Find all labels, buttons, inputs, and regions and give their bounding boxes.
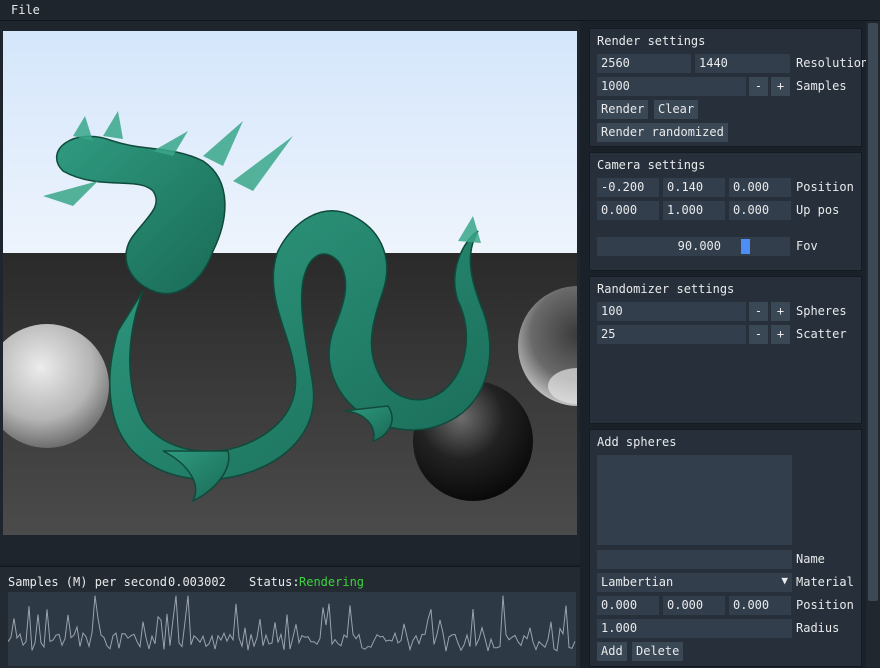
sphere-radius-label: Radius xyxy=(796,621,840,635)
rendered-scene xyxy=(3,31,577,535)
samples-per-second-value: 0.003002 xyxy=(168,575,226,589)
camera-up-y-input[interactable]: 1.000 xyxy=(663,201,725,220)
scatter-input[interactable]: 25 xyxy=(597,325,746,344)
samples-input[interactable]: 1000 xyxy=(597,77,746,96)
scatter-label: Scatter xyxy=(796,327,847,341)
render-viewport-panel xyxy=(0,21,580,564)
spheres-label: Spheres xyxy=(796,304,847,318)
samples-plot xyxy=(8,592,576,666)
rendered-image[interactable] xyxy=(3,31,577,535)
sidebar-scrollbar[interactable] xyxy=(866,21,880,667)
render-settings-title: Render settings xyxy=(597,34,706,48)
add-spheres-title: Add spheres xyxy=(597,435,677,449)
samples-plot-line xyxy=(8,595,576,652)
status-label: Status: xyxy=(249,575,300,589)
camera-position-z-input[interactable]: 0.000 xyxy=(729,178,791,197)
menu-bar: File xyxy=(0,0,880,21)
sphere-name-label: Name xyxy=(796,552,825,566)
spheres-decrement-button[interactable]: - xyxy=(749,302,768,321)
samples-label: Samples xyxy=(796,79,847,93)
resolution-label: Resolution xyxy=(796,56,869,70)
stats-panel: Samples (M) per second 0.003002 Status: … xyxy=(0,566,580,668)
camera-position-label: Position xyxy=(796,180,854,194)
samples-increment-button[interactable]: + xyxy=(771,77,790,96)
spheres-listbox[interactable] xyxy=(597,455,792,545)
spheres-input[interactable]: 100 xyxy=(597,302,746,321)
sphere-position-y-input[interactable]: 0.000 xyxy=(663,596,725,615)
camera-settings-section: Camera settings -0.200 0.140 0.000 Posit… xyxy=(589,152,862,271)
render-button[interactable]: Render xyxy=(597,100,649,119)
samples-plot-graph xyxy=(8,595,576,652)
camera-position-y-input[interactable]: 0.140 xyxy=(663,178,725,197)
sphere-position-x-input[interactable]: 0.000 xyxy=(597,596,659,615)
randomizer-settings-title: Randomizer settings xyxy=(597,282,735,296)
scatter-increment-button[interactable]: + xyxy=(771,325,790,344)
camera-up-label: Up pos xyxy=(796,203,840,217)
render-randomized-button[interactable]: Render randomized xyxy=(597,123,728,142)
add-spheres-section: Add spheres Name Lambertian ▼ Material 0… xyxy=(589,429,862,667)
fov-slider-grab[interactable] xyxy=(741,239,750,254)
scatter-decrement-button[interactable]: - xyxy=(749,325,768,344)
sphere-position-label: Position xyxy=(796,598,854,612)
samples-per-second-label: Samples (M) per second xyxy=(8,575,167,589)
status-value: Rendering xyxy=(299,575,365,589)
sphere-name-input[interactable] xyxy=(597,550,792,569)
add-sphere-button[interactable]: Add xyxy=(597,642,627,661)
camera-settings-title: Camera settings xyxy=(597,158,706,172)
triangle-down-icon: ▼ xyxy=(781,574,788,587)
fov-label: Fov xyxy=(796,239,818,253)
settings-sidebar: Render settings 2560 1440 Resolution 100… xyxy=(582,21,880,667)
scrollbar-thumb[interactable] xyxy=(868,23,878,601)
clear-button[interactable]: Clear xyxy=(654,100,699,119)
sphere-radius-input[interactable]: 1.000 xyxy=(597,619,792,638)
randomizer-settings-section: Randomizer settings 100 - + Spheres 25 -… xyxy=(589,276,862,424)
fov-value: 90.000 xyxy=(677,239,721,253)
material-dropdown[interactable]: Lambertian ▼ xyxy=(597,573,792,592)
sphere-position-z-input[interactable]: 0.000 xyxy=(729,596,791,615)
fov-slider[interactable]: 90.000 xyxy=(597,237,790,256)
material-label: Material xyxy=(796,575,854,589)
render-settings-section: Render settings 2560 1440 Resolution 100… xyxy=(589,28,868,147)
camera-up-x-input[interactable]: 0.000 xyxy=(597,201,659,220)
material-value: Lambertian xyxy=(601,575,674,589)
resolution-height-input[interactable]: 1440 xyxy=(695,54,790,73)
delete-sphere-button[interactable]: Delete xyxy=(632,642,684,661)
menu-file[interactable]: File xyxy=(11,3,40,17)
resolution-width-input[interactable]: 2560 xyxy=(597,54,691,73)
camera-up-z-input[interactable]: 0.000 xyxy=(729,201,791,220)
samples-decrement-button[interactable]: - xyxy=(749,77,768,96)
spheres-increment-button[interactable]: + xyxy=(771,302,790,321)
camera-position-x-input[interactable]: -0.200 xyxy=(597,178,659,197)
